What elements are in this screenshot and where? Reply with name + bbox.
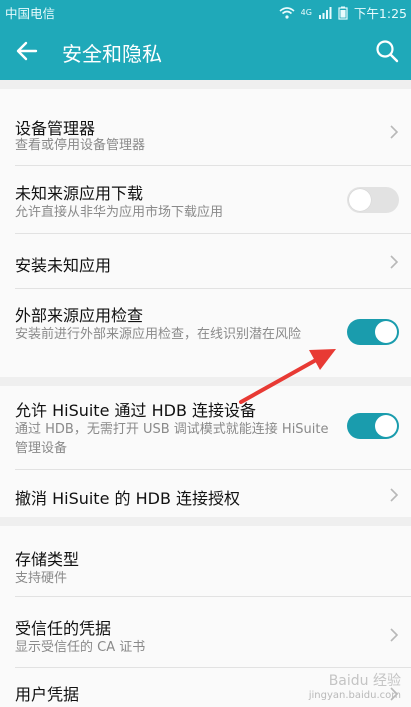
watermark-line2: jingyan.baidu.com (308, 690, 401, 701)
watermark-line1: Baidu 经验 (328, 673, 401, 689)
watermark: Baidu 经验 jingyan.baidu.com (309, 670, 401, 701)
annotation-arrow (239, 349, 336, 404)
